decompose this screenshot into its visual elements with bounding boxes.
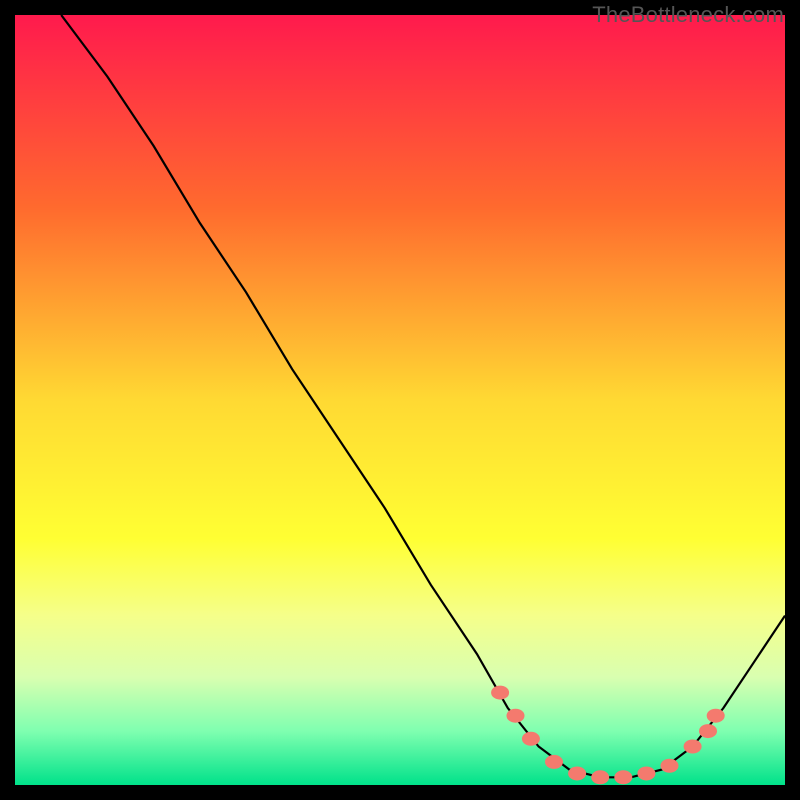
chart-plot	[15, 15, 785, 785]
data-marker	[614, 770, 632, 784]
data-marker	[699, 724, 717, 738]
data-marker	[591, 770, 609, 784]
watermark-text: TheBottleneck.com	[592, 2, 784, 28]
chart-container	[15, 15, 785, 785]
data-marker	[661, 759, 679, 773]
data-marker	[568, 766, 586, 780]
data-marker	[637, 766, 655, 780]
data-marker	[491, 686, 509, 700]
gradient-background	[15, 15, 785, 785]
data-marker	[684, 740, 702, 754]
data-marker	[522, 732, 540, 746]
data-marker	[707, 709, 725, 723]
data-marker	[545, 755, 563, 769]
data-marker	[507, 709, 525, 723]
